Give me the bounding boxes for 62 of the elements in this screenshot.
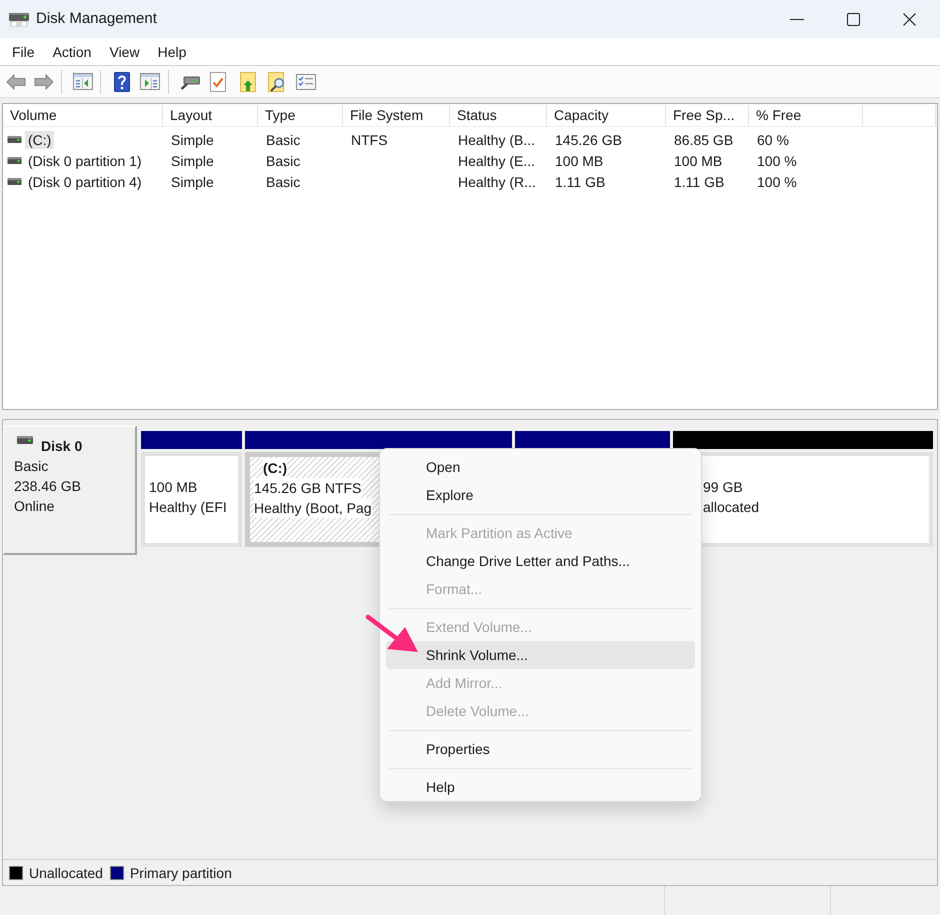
- table-cell: 1.11 GB: [674, 172, 724, 190]
- column-header[interactable]: Free Sp...: [666, 105, 749, 126]
- table-cell-text: (Disk 0 partition 1): [27, 152, 143, 170]
- disk-name: Disk 0: [41, 437, 82, 456]
- table-cell: (C:): [25, 130, 54, 148]
- document-check-icon[interactable]: [210, 72, 226, 92]
- table-cell: Healthy (R...: [458, 172, 536, 190]
- drive-icon: [17, 436, 33, 444]
- drive-icon: [9, 11, 29, 27]
- drive-icon: [7, 178, 22, 185]
- disk-status: Online: [14, 497, 54, 516]
- drive-icon[interactable]: [180, 74, 200, 90]
- legend-label: Unallocated: [29, 864, 103, 882]
- help-icon[interactable]: [114, 72, 130, 92]
- menu-item[interactable]: Action: [52, 42, 92, 60]
- drive-icon: [7, 136, 22, 143]
- table-cell: NTFS: [351, 130, 388, 148]
- table-cell: Basic: [266, 152, 300, 170]
- column-header[interactable]: File System: [343, 105, 450, 126]
- drive-icon: [7, 157, 22, 164]
- table-cell: 100 MB: [555, 152, 604, 170]
- table-cell: Basic: [266, 172, 300, 190]
- folder-search-icon[interactable]: [268, 72, 286, 92]
- pointer-arrow: [365, 614, 419, 654]
- column-header[interactable]: Layout: [163, 105, 258, 126]
- maximize-icon[interactable]: [847, 12, 860, 26]
- column-header[interactable]: Status: [450, 105, 547, 126]
- table-cell: 100 %: [757, 152, 797, 170]
- partition-capacity: 145.26 GB NTFS: [254, 478, 362, 498]
- menu-item[interactable]: Shrink Volume...: [386, 641, 695, 669]
- window-title: Disk Management: [36, 8, 157, 29]
- legend-label: Primary partition: [130, 864, 232, 882]
- column-header[interactable]: Volume: [3, 105, 163, 126]
- table-cell: Healthy (E...: [458, 152, 536, 170]
- forward-arrow-icon[interactable]: [34, 74, 54, 90]
- table-cell: 60 %: [757, 130, 789, 148]
- table-cell: 145.26 GB: [555, 130, 622, 148]
- partition-label: (C:): [263, 458, 288, 478]
- table-cell: 1.11 GB: [555, 172, 606, 190]
- table-cell: Simple: [171, 130, 214, 148]
- table-cell: 86.85 GB: [674, 130, 734, 148]
- partition-box[interactable]: 100 MB Healthy (EFI: [141, 452, 242, 547]
- menu-item[interactable]: File: [12, 42, 35, 60]
- partition-status: Healthy (Boot, Pag: [254, 498, 372, 518]
- minimize-icon[interactable]: [790, 18, 804, 20]
- table-cell: Basic: [266, 130, 300, 148]
- table-cell: Simple: [171, 152, 214, 170]
- menu-item[interactable]: Help: [158, 42, 186, 60]
- column-header[interactable]: Type: [258, 105, 343, 126]
- menu-item[interactable]: View: [109, 42, 140, 60]
- table-cell: Healthy (B...: [458, 130, 536, 148]
- table-cell: 100 %: [757, 172, 797, 190]
- close-icon[interactable]: [903, 12, 916, 26]
- table-cell: 100 MB: [674, 152, 722, 170]
- disk-size: 238.46 GB: [14, 477, 81, 496]
- disk-type: Basic: [14, 457, 48, 476]
- table-cell: Simple: [171, 172, 214, 190]
- checklist-icon[interactable]: [296, 74, 316, 90]
- table-cell-text: (Disk 0 partition 4): [27, 172, 143, 190]
- column-header[interactable]: Capacity: [547, 105, 666, 126]
- back-arrow-icon[interactable]: [6, 74, 26, 90]
- column-header[interactable]: % Free: [749, 105, 863, 126]
